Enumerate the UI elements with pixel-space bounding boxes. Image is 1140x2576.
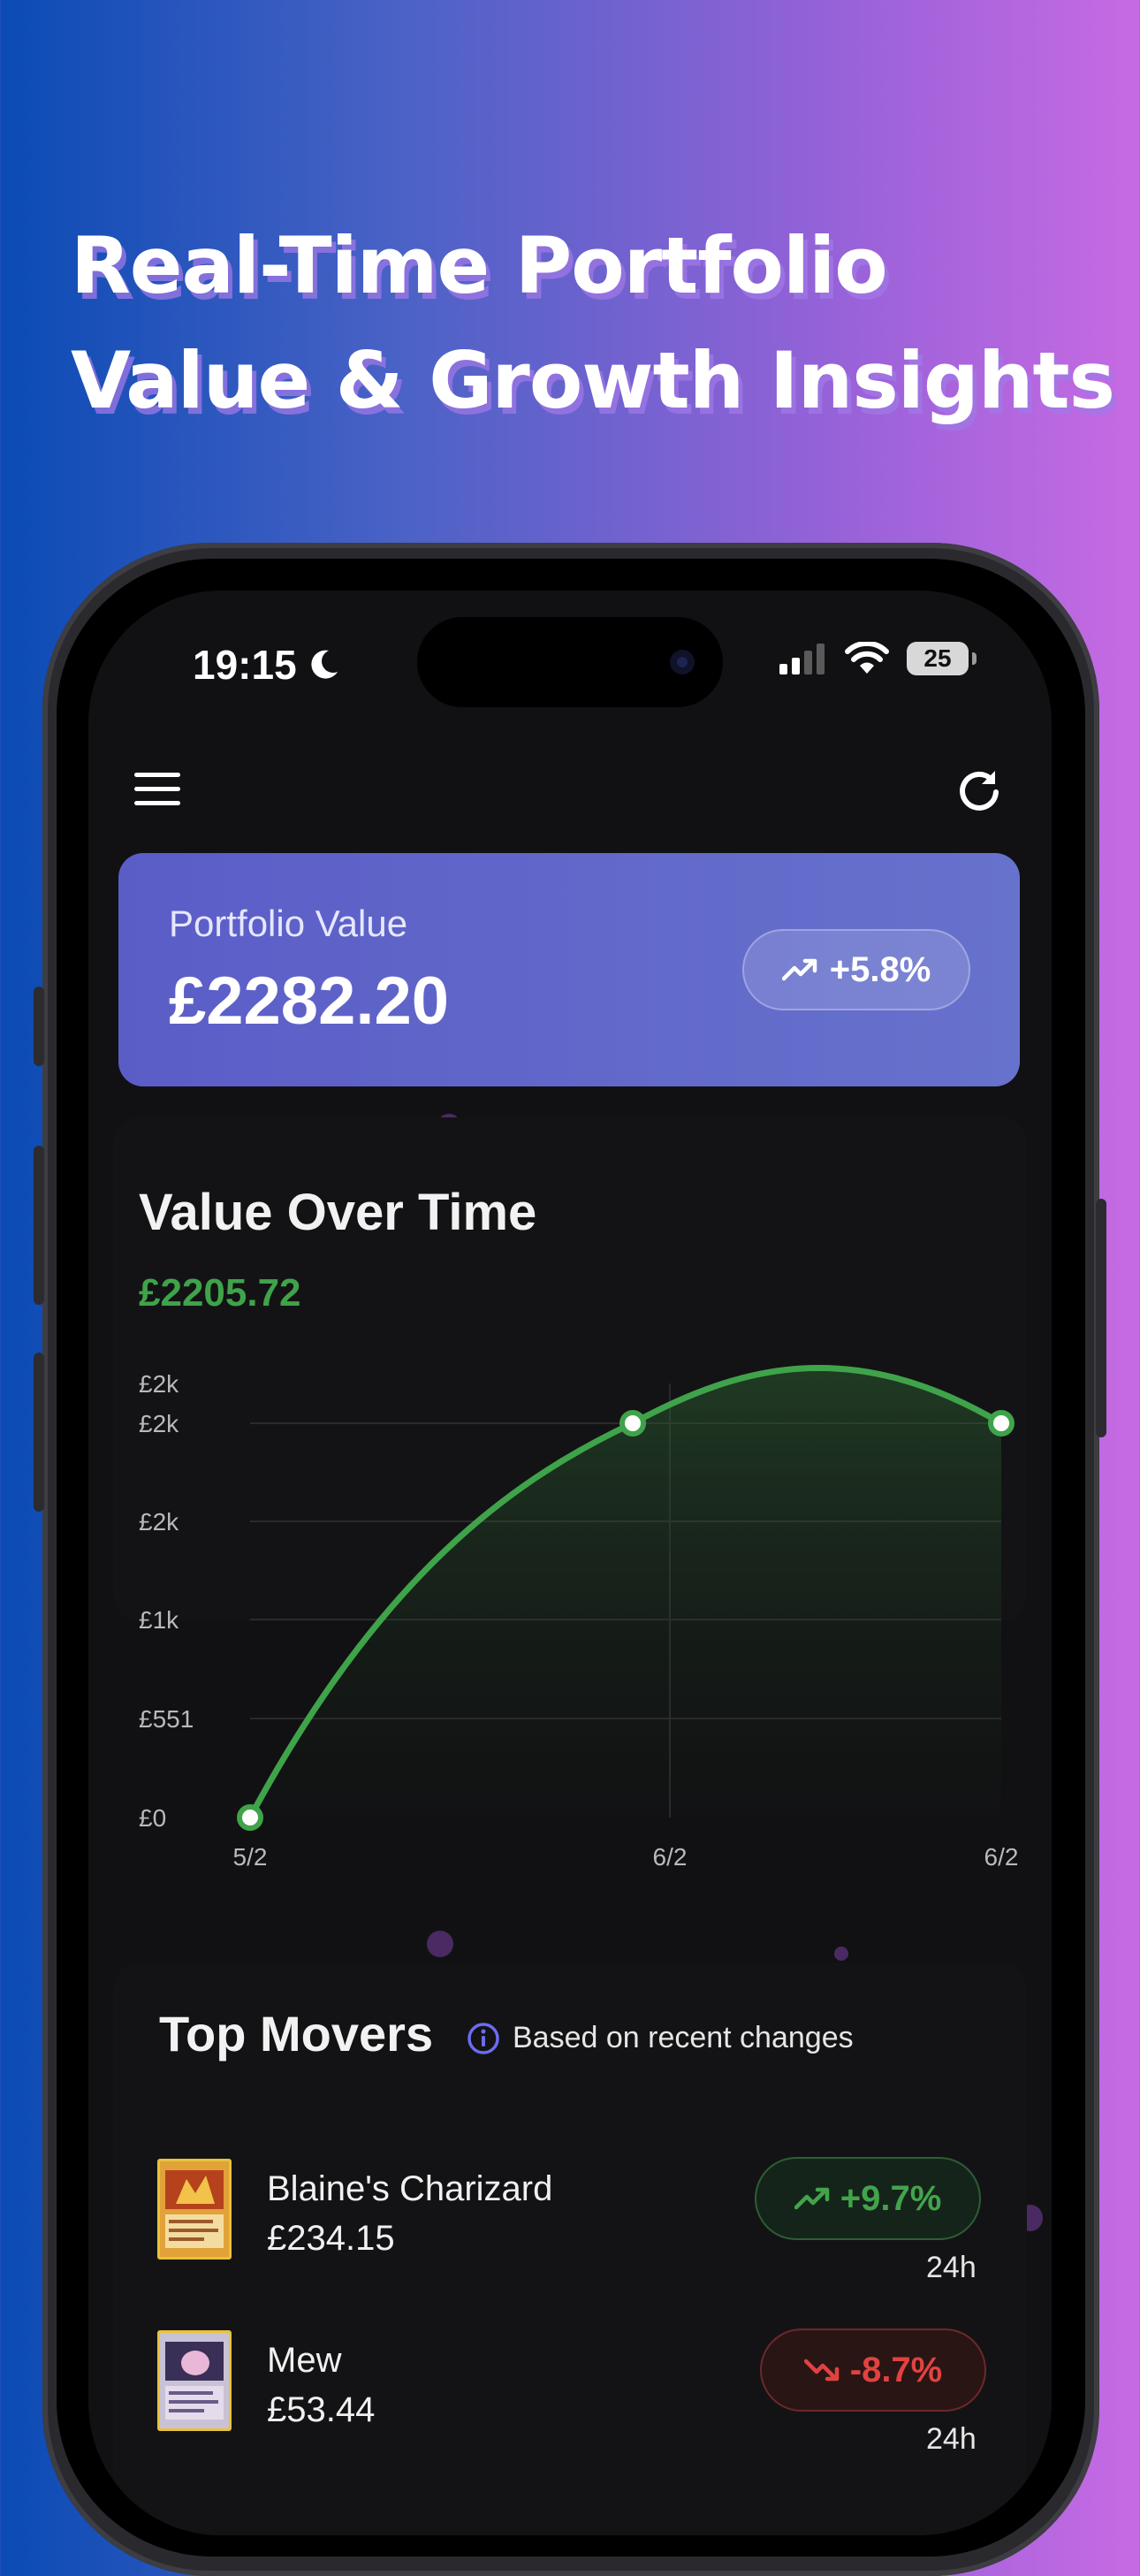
decorative-dot	[834, 1947, 848, 1961]
data-point	[237, 1804, 263, 1831]
y-tick-label: £0	[139, 1804, 166, 1832]
value-chart: £2k £2k £2k £1k £551 £0 5/2 6/2 6/2	[139, 1364, 1019, 1871]
card-thumbnail	[157, 2159, 232, 2260]
data-point	[619, 1410, 646, 1437]
top-movers-title: Top Movers	[159, 2006, 434, 2062]
headline-line-2: Value & Growth Insights	[71, 335, 1115, 426]
x-tick-label: 6/2	[653, 1843, 688, 1871]
y-tick-label: £2k	[139, 1370, 179, 1398]
mover-period: 24h	[926, 2251, 977, 2284]
y-tick-label: £1k	[139, 1606, 179, 1634]
card-thumbnail	[157, 2330, 232, 2431]
mover-name: Blaine's Charizard	[267, 2169, 553, 2208]
mover-item[interactable]: Mew £53.44 -8.7% 24h	[88, 2311, 1052, 2456]
trending-down-icon	[803, 2359, 839, 2382]
x-tick-label: 6/2	[984, 1843, 1019, 1871]
info-icon[interactable]	[467, 2022, 500, 2055]
app-screen: 19:15 25 Portfolio Value £2282.20 +5.8% …	[88, 591, 1052, 2535]
x-tick-label: 5/2	[233, 1843, 268, 1871]
y-tick-label: £551	[139, 1705, 194, 1733]
series-area	[250, 1368, 1001, 1818]
mover-change-badge: -8.7%	[760, 2328, 986, 2412]
mover-item[interactable]: Blaine's Charizard £234.15 +9.7% 24h	[88, 2139, 1052, 2284]
decorative-dot	[427, 1931, 453, 1957]
headline: Real-Time Portfolio Value & Growth Insig…	[71, 209, 1115, 438]
mover-change-value: -8.7%	[849, 2350, 943, 2389]
headline-line-1: Real-Time Portfolio	[71, 220, 888, 311]
volume-down-button	[34, 1353, 44, 1512]
trending-up-icon	[794, 2187, 829, 2210]
mover-period: 24h	[926, 2422, 977, 2456]
power-button	[1096, 1199, 1106, 1437]
data-point	[988, 1410, 1015, 1437]
top-movers-note-text: Based on recent changes	[513, 2021, 854, 2054]
action-button	[34, 987, 44, 1066]
y-tick-label: £2k	[139, 1508, 179, 1536]
volume-up-button	[34, 1146, 44, 1305]
mover-change-badge: +9.7%	[755, 2157, 981, 2240]
mover-price: £234.15	[267, 2219, 395, 2258]
mover-change-value: +9.7%	[840, 2178, 942, 2218]
mover-price: £53.44	[267, 2390, 376, 2429]
y-tick-label: £2k	[139, 1410, 179, 1437]
mover-name: Mew	[267, 2341, 342, 2380]
top-movers-note: Based on recent changes	[467, 2021, 854, 2055]
